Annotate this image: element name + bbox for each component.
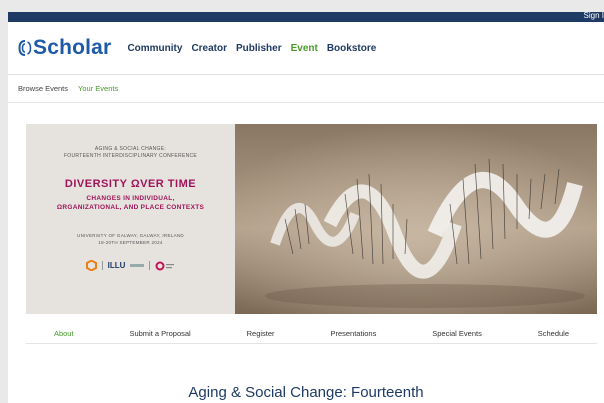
sponsor-logos: ILLU [85, 260, 176, 271]
nav-creator[interactable]: Creator [191, 43, 227, 54]
nav-publisher[interactable]: Publisher [236, 43, 282, 54]
banner-theme-line1: CHANGES IN INDIVIDUAL, [86, 195, 175, 202]
main-nav: Community Creator Publisher Event Bookst… [127, 43, 376, 54]
sign-in-link[interactable]: Sign I [584, 12, 604, 21]
tab-special-events[interactable]: Special Events [432, 329, 482, 338]
banner-theme-line2: ΩRGANIZATIONAL, AND PLACE CONTEXTS [56, 204, 205, 211]
logo-divider [101, 261, 103, 270]
banner-text-panel: AGING & SOCIAL CHANGE: FOURTEENTH INTERD… [26, 124, 235, 314]
tab-about[interactable]: About [54, 329, 74, 338]
circle-logo-icon [155, 261, 175, 270]
subnav-your-events[interactable]: Your Events [78, 84, 118, 93]
banner-subtitle: AGING & SOCIAL CHANGE: FOURTEENTH INTERD… [64, 146, 197, 160]
sculpture-illustration [235, 124, 597, 314]
tab-schedule[interactable]: Schedule [538, 329, 569, 338]
banner-sculpture-image [235, 124, 597, 314]
logo-mark-icon [18, 40, 32, 56]
partner-logo-subtext [130, 264, 145, 267]
logo-divider-2 [149, 261, 151, 270]
subnav-browse-events[interactable]: Browse Events [18, 84, 68, 93]
top-bar: Sign I [8, 12, 604, 22]
event-tabs: About Submit a Proposal Register Present… [26, 323, 597, 344]
event-banner: AGING & SOCIAL CHANGE: FOURTEENTH INTERD… [26, 124, 597, 314]
hexagon-logo-icon [85, 260, 97, 271]
scholar-logo[interactable]: Scholar [18, 36, 111, 60]
page-title: Aging & Social Change: Fourteenth [188, 384, 424, 401]
banner-location-line1: UNIVERSITY OF GALWAY, GALWAY, IRELAND [77, 233, 184, 238]
logo-text: Scholar [33, 36, 112, 59]
banner-subtitle-line1: AGING & SOCIAL CHANGE: [94, 146, 167, 152]
banner-title: DIVERSITY ΩVER TIME [64, 178, 197, 190]
banner-location: UNIVERSITY OF GALWAY, GALWAY, IRELAND 18… [77, 232, 184, 246]
banner-dates: 18-20TH SEPTEMBER 2024 [98, 240, 163, 245]
nav-event[interactable]: Event [291, 43, 318, 54]
tab-register[interactable]: Register [247, 329, 275, 338]
tab-submit-proposal[interactable]: Submit a Proposal [129, 329, 190, 338]
tab-presentations[interactable]: Presentations [330, 329, 376, 338]
nav-bookstore[interactable]: Bookstore [327, 43, 376, 54]
site-header: Scholar Community Creator Publisher Even… [8, 22, 604, 75]
banner-subtitle-line2: FOURTEENTH INTERDISCIPLINARY CONFERENCE [63, 153, 198, 159]
banner-theme: CHANGES IN INDIVIDUAL, ΩRGANIZATIONAL, A… [57, 194, 204, 212]
nav-community[interactable]: Community [127, 43, 182, 54]
partner-logo-text: ILLU [107, 261, 126, 270]
browser-viewport: Sign I Scholar Community Creator Publish… [8, 12, 604, 403]
sub-nav: Browse Events Your Events [8, 75, 604, 103]
